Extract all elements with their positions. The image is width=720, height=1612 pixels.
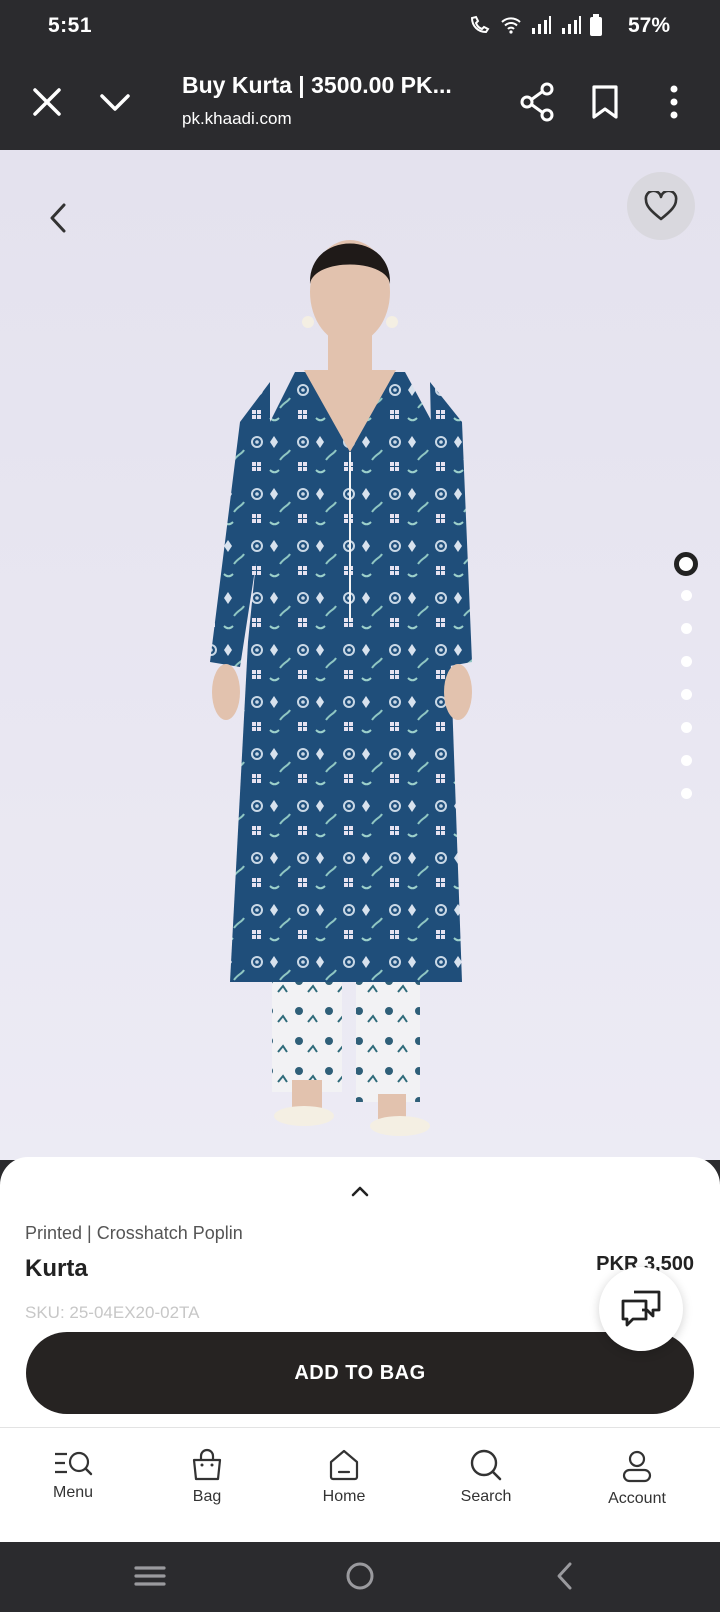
gallery-dot[interactable]: [680, 623, 692, 634]
product-subtitle: Printed | Crosshatch Poplin: [25, 1223, 243, 1243]
nav-label-account: Account: [608, 1490, 666, 1507]
gallery-dot[interactable]: [680, 590, 692, 601]
nav-label-menu: Menu: [52, 1484, 94, 1501]
nav-item-account[interactable]: Account: [582, 1448, 692, 1508]
gallery-dot[interactable]: [680, 689, 692, 700]
chat-icon: [621, 1290, 661, 1327]
search-icon: [470, 1449, 502, 1481]
browser-toolbar: Buy Kurta | 3500.00 PK... pk.khaadi.com: [0, 52, 720, 150]
status-time: 5:51: [48, 14, 93, 37]
gallery-pagination: [674, 552, 698, 821]
add-to-bag-button[interactable]: ADD TO BAG: [26, 1332, 694, 1414]
product-sku: SKU: 25-04EX20-02TA: [25, 1303, 200, 1322]
nav-item-bag[interactable]: Bag: [152, 1448, 262, 1506]
system-navigation-bar: [0, 1542, 720, 1612]
gallery-dot-active[interactable]: [674, 552, 698, 576]
more-options-icon[interactable]: [664, 84, 684, 120]
close-icon[interactable]: [30, 85, 64, 119]
home-system-icon[interactable]: [344, 1560, 376, 1592]
battery-percentage: 57%: [627, 14, 670, 37]
nav-item-menu[interactable]: Menu: [18, 1448, 128, 1502]
page-title: Buy Kurta | 3500.00 PK...: [182, 72, 452, 98]
product-model-image: [210, 240, 472, 1136]
signal-icon-2: [562, 16, 581, 34]
battery-icon: [590, 14, 602, 36]
share-icon[interactable]: [519, 82, 555, 122]
page-url: pk.khaadi.com: [182, 109, 292, 128]
chevron-down-icon[interactable]: [97, 85, 133, 119]
nav-item-home[interactable]: Home: [289, 1448, 399, 1506]
chat-button[interactable]: [599, 1267, 683, 1351]
gallery-dot[interactable]: [680, 788, 692, 799]
product-name: Kurta: [25, 1255, 88, 1282]
heart-icon: [644, 191, 678, 221]
product-image-gallery[interactable]: [0, 150, 720, 1160]
nav-item-search[interactable]: Search: [431, 1448, 541, 1506]
status-bar: 5:51 57%: [0, 0, 720, 52]
gallery-dot[interactable]: [680, 656, 692, 667]
wishlist-button[interactable]: [627, 172, 695, 240]
nav-label-search: Search: [460, 1488, 512, 1505]
gallery-dot[interactable]: [680, 755, 692, 766]
account-icon: [622, 1450, 652, 1483]
status-icons: [468, 14, 602, 36]
wifi-call-icon: [470, 15, 490, 34]
bag-icon: [192, 1448, 222, 1481]
chevron-up-icon[interactable]: [348, 1183, 372, 1199]
bottom-navigation: Menu Bag Home Search Account: [0, 1427, 720, 1542]
nav-label-bag: Bag: [192, 1488, 222, 1505]
back-system-icon[interactable]: [554, 1560, 576, 1592]
recent-apps-icon[interactable]: [134, 1560, 166, 1592]
nav-label-home: Home: [322, 1488, 366, 1505]
menu-search-icon: [55, 1451, 93, 1476]
bookmark-icon[interactable]: [590, 84, 620, 120]
gallery-dot[interactable]: [680, 722, 692, 733]
back-arrow-icon[interactable]: [44, 200, 74, 236]
home-icon: [329, 1449, 359, 1481]
wifi-icon: [501, 17, 521, 34]
signal-icon: [532, 16, 551, 34]
